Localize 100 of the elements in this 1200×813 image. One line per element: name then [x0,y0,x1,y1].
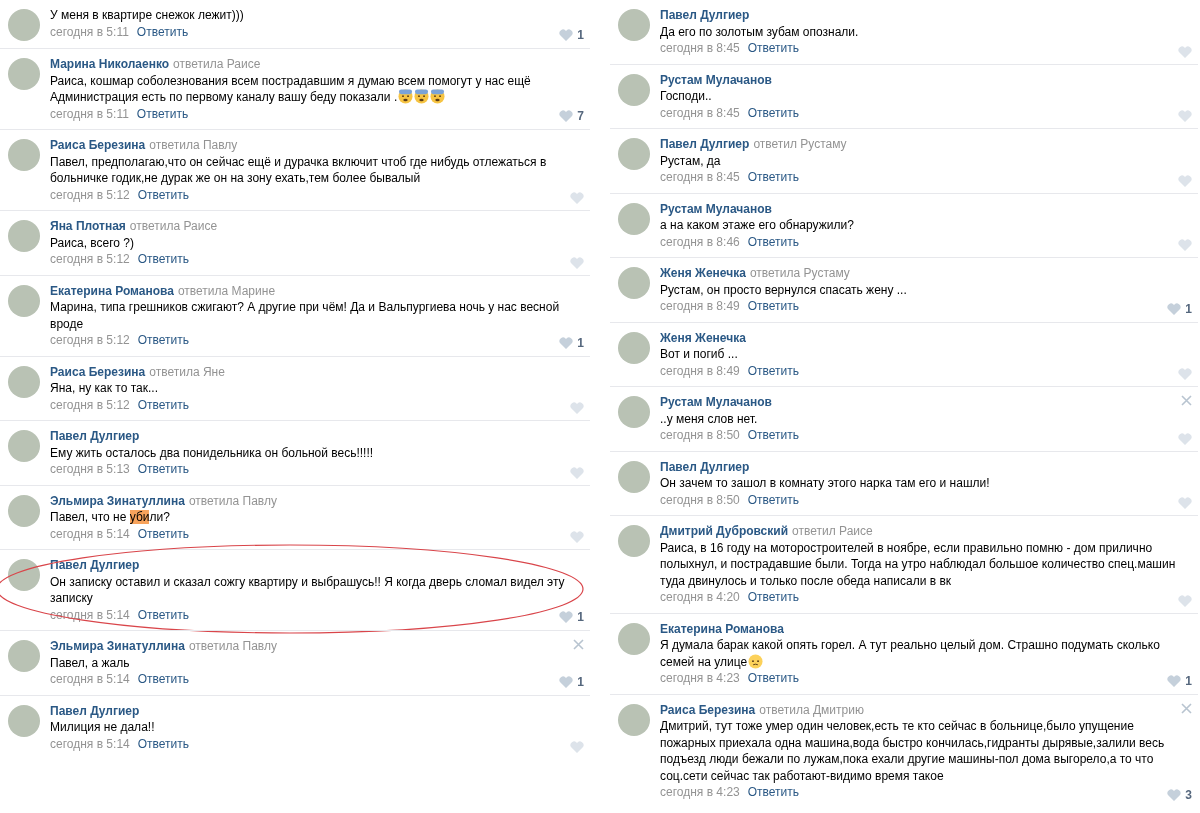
reply-link[interactable]: Ответить [747,169,800,186]
close-icon[interactable] [573,639,584,650]
like-button[interactable]: 1 [1167,673,1192,688]
like-button[interactable]: 3 [1167,787,1192,802]
avatar[interactable] [8,640,40,672]
like-button[interactable]: 1 [559,674,584,689]
author-name[interactable]: Екатерина Романова [50,282,174,299]
comment-text: Раиса, всего ?) [50,234,136,251]
author-name[interactable]: Яна Плотная [50,218,126,235]
like-button[interactable] [1178,239,1192,251]
reply-link[interactable]: Ответить [137,396,190,413]
author-name[interactable]: Марина Николаенко [50,56,170,73]
avatar[interactable] [618,73,650,106]
avatar[interactable] [8,139,40,171]
avatar[interactable] [8,430,40,462]
comment-time: сегодня в 5:11 [50,105,129,122]
author-name[interactable]: Женя Женечка [660,265,746,282]
author-name[interactable]: Эльмира Зинатуллина [50,492,185,509]
avatar[interactable] [618,138,650,170]
comment-time: сегодня в 8:50 [660,491,740,508]
author-name[interactable]: Павел Дулгиер [50,702,140,719]
author-name[interactable]: Эльмира Зинатуллина [50,638,185,655]
author-name[interactable]: Павел Дулгиер [660,7,750,24]
like-button[interactable] [1178,45,1192,58]
close-icon[interactable] [1181,395,1192,406]
reply-link[interactable]: Ответить [747,298,800,315]
reply-to-label: ответил Рустаму [753,136,847,153]
like-button[interactable] [1178,432,1192,445]
author-name[interactable]: Женя Женечка [660,329,746,346]
reply-link[interactable]: Ответить [137,606,190,623]
avatar[interactable] [618,396,650,428]
reply-link[interactable]: Ответить [747,427,800,444]
avatar[interactable] [618,9,650,41]
like-button[interactable] [570,466,584,479]
avatar[interactable] [8,494,40,527]
like-button[interactable] [570,741,584,753]
reply-link[interactable]: Ответить [137,671,190,688]
reply-link[interactable]: Ответить [137,251,190,268]
avatar[interactable] [8,559,40,591]
author-name[interactable]: Павел Дулгиер [660,458,750,475]
author-name[interactable]: Рустам Мулачанов [660,200,772,217]
comment-time: сегодня в 5:14 [50,735,130,752]
reply-link[interactable]: Ответить [747,491,800,508]
author-name[interactable]: Дмитрий Дубровский [660,523,789,540]
author-name[interactable]: Павел Дулгиер [50,428,140,445]
close-icon[interactable] [1181,702,1192,714]
like-button[interactable]: 1 [559,28,584,42]
like-button[interactable] [570,192,584,204]
author-name[interactable]: Павел Дулгиер [660,136,750,153]
comment-text: а на каком этаже его обнаружили? [660,217,855,234]
like-button[interactable] [1178,368,1192,380]
avatar[interactable] [618,267,650,299]
avatar[interactable] [8,9,40,41]
like-button[interactable]: 1 [559,610,584,624]
reply-link[interactable]: Ответить [137,461,190,478]
like-button[interactable] [1178,174,1192,187]
comment-time: сегодня в 5:12 [50,396,130,413]
avatar[interactable] [618,331,650,364]
like-button[interactable] [570,256,584,269]
avatar[interactable] [618,460,650,493]
reply-to-label: ответила Дмитрию [759,701,864,718]
reply-link[interactable]: Ответить [136,105,189,122]
author-name[interactable]: Рустам Мулачанов [660,394,772,411]
reply-link[interactable]: Ответить [747,362,800,379]
like-button[interactable] [1178,110,1192,122]
reply-link[interactable]: Ответить [136,23,189,40]
author-name[interactable]: Раиса Березина [50,137,146,154]
reply-link[interactable]: Ответить [747,40,800,57]
avatar[interactable] [8,704,40,737]
comment-time: сегодня в 8:45 [660,104,740,121]
author-name[interactable]: Рустам Мулачанов [660,71,772,88]
avatar[interactable] [8,365,40,398]
avatar[interactable] [8,58,40,90]
like-button[interactable]: 1 [559,335,584,350]
author-name[interactable]: Павел Дулгиер [50,557,140,574]
reply-link[interactable]: Ответить [137,735,190,752]
reply-link[interactable]: Ответить [747,233,800,250]
comment-time: сегодня в 8:49 [660,362,740,379]
avatar[interactable] [618,703,650,736]
like-button[interactable] [1178,497,1192,509]
reply-link[interactable]: Ответить [747,670,800,687]
reply-link[interactable]: Ответить [137,332,190,349]
reply-link[interactable]: Ответить [747,589,800,606]
reply-link[interactable]: Ответить [747,104,800,121]
like-button[interactable] [570,531,584,543]
like-button[interactable] [1178,594,1192,607]
author-name[interactable]: Раиса Березина [660,701,756,718]
like-button[interactable]: 7 [559,109,584,123]
like-button[interactable]: 1 [1167,301,1192,316]
avatar[interactable] [8,284,40,317]
author-name[interactable]: Екатерина Романова [660,620,784,637]
avatar[interactable] [618,622,650,655]
avatar[interactable] [618,525,650,557]
like-button[interactable] [570,402,584,414]
reply-link[interactable]: Ответить [137,186,190,203]
avatar[interactable] [8,220,40,252]
avatar[interactable] [618,202,650,235]
reply-link[interactable]: Ответить [137,525,190,542]
author-name[interactable]: Раиса Березина [50,363,146,380]
reply-link[interactable]: Ответить [747,784,800,801]
